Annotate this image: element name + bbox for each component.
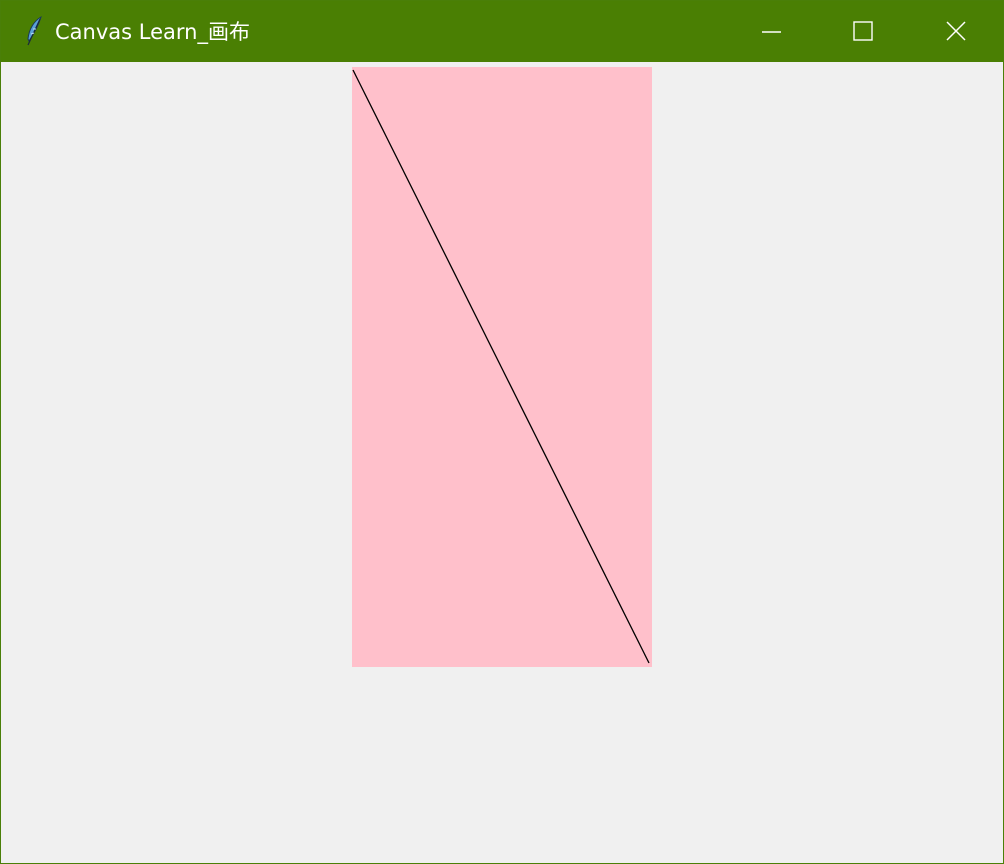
- minimize-icon: [762, 31, 781, 33]
- maximize-icon: [853, 21, 873, 41]
- maximize-button[interactable]: [817, 1, 909, 62]
- minimize-button[interactable]: [725, 1, 817, 62]
- title-bar[interactable]: Canvas Learn_画布: [1, 1, 1003, 62]
- app-window: Canvas Learn_画布: [0, 0, 1004, 864]
- close-button[interactable]: [909, 1, 1001, 62]
- client-area: [1, 62, 1003, 863]
- close-icon: [946, 21, 966, 41]
- feather-icon: [25, 15, 45, 49]
- drawing-canvas[interactable]: [352, 67, 652, 667]
- window-title: Canvas Learn_画布: [55, 20, 250, 44]
